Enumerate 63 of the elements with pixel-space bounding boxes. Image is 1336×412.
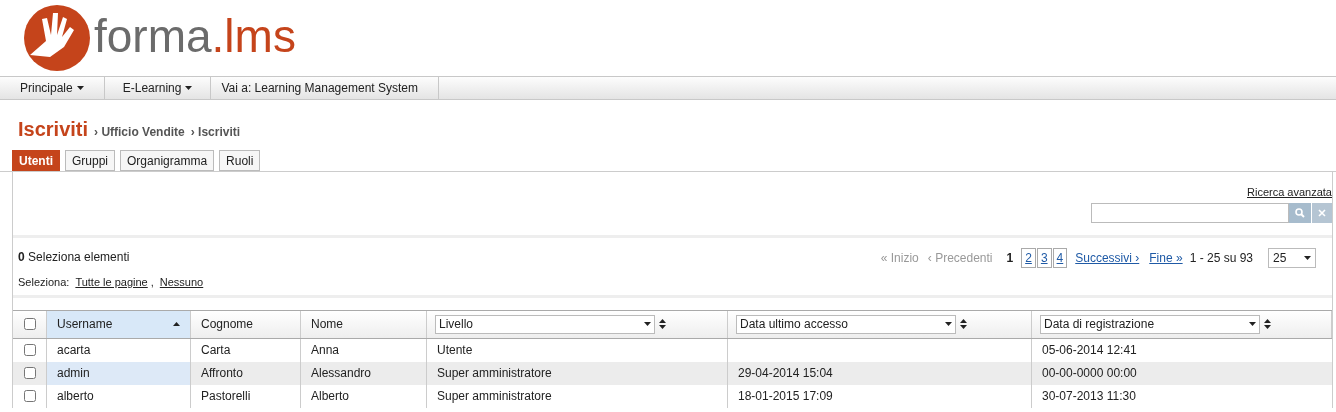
logo-text: forma.lms bbox=[94, 13, 296, 59]
pagination-link[interactable]: Fine » bbox=[1149, 248, 1183, 267]
menu-item[interactable]: Vai a: Learning Management System bbox=[211, 77, 439, 99]
select-none-link[interactable]: Nessuno bbox=[159, 273, 204, 290]
table-cell-text: Carta bbox=[201, 342, 231, 359]
tab[interactable]: Organigramma bbox=[120, 150, 215, 171]
close-icon bbox=[1318, 208, 1326, 217]
sort-icon[interactable] bbox=[659, 319, 666, 329]
table-cell-text: acarta bbox=[57, 342, 91, 359]
caret-icon bbox=[644, 322, 651, 326]
table-cell-text: 29-04-2014 15:04 bbox=[738, 365, 833, 382]
column-header[interactable]: Username bbox=[47, 310, 191, 338]
search-field[interactable] bbox=[1091, 202, 1289, 223]
table-cell-text: Utente bbox=[437, 342, 473, 359]
breadcrumb-item: › Ufficio Vendite bbox=[94, 124, 185, 141]
table-cell-text: alberto bbox=[57, 388, 94, 405]
tab[interactable]: Ruoli bbox=[219, 150, 261, 171]
column-header[interactable]: Nome bbox=[301, 310, 427, 338]
table-cell-text: 30-07-2013 11:30 bbox=[1042, 388, 1136, 405]
row-checkbox[interactable] bbox=[23, 390, 36, 402]
table-cell-text: Pastorelli bbox=[201, 388, 251, 405]
tab[interactable]: Utenti bbox=[12, 150, 60, 171]
sort-icon[interactable] bbox=[1264, 319, 1271, 329]
page-link[interactable]: 4 bbox=[1052, 247, 1068, 268]
table-cell-text: Affronto bbox=[201, 365, 243, 382]
range-text: 1 - 25 su 93 bbox=[1189, 249, 1253, 267]
column-select[interactable]: Data ultimo accesso bbox=[736, 314, 956, 334]
table-cell-text: Super amministratore bbox=[437, 388, 552, 405]
menu-item[interactable]: E-Learning bbox=[104, 77, 212, 99]
table-cell-text: Super amministratore bbox=[437, 365, 552, 382]
caret-icon bbox=[1249, 322, 1256, 326]
tab[interactable]: Gruppi bbox=[65, 150, 116, 171]
row-checkbox[interactable] bbox=[23, 344, 36, 356]
table-cell-text: Alessandro bbox=[311, 365, 372, 382]
column-select[interactable]: Livello bbox=[435, 314, 655, 334]
selection-count: 0 Seleziona elementi bbox=[18, 248, 131, 266]
pagination-link[interactable]: Successivi › bbox=[1075, 248, 1140, 267]
advanced-search-link[interactable]: Ricerca avanzata bbox=[1247, 184, 1332, 201]
per-page-select[interactable]: 25 bbox=[1268, 247, 1316, 268]
table-cell-text: Anna bbox=[311, 342, 340, 359]
page-title: Iscriviti bbox=[18, 117, 89, 142]
caret-icon bbox=[945, 322, 952, 326]
current-page: 1 bbox=[1006, 249, 1014, 267]
separator-text: , bbox=[150, 274, 154, 290]
table-cell-text: Alberto bbox=[311, 388, 350, 405]
sort-ascending-icon bbox=[173, 322, 180, 326]
column-select[interactable]: Data di registrazione bbox=[1040, 314, 1260, 334]
sort-icon[interactable] bbox=[960, 319, 967, 329]
row-checkbox[interactable] bbox=[23, 367, 36, 379]
table-cell-text: admin bbox=[57, 365, 90, 382]
caret-icon bbox=[1304, 255, 1311, 260]
breadcrumb-item: › Iscriviti bbox=[190, 124, 241, 141]
select-label: Seleziona: bbox=[18, 274, 70, 290]
select-all-checkbox[interactable] bbox=[23, 318, 36, 330]
column-header[interactable]: Cognome bbox=[191, 310, 301, 338]
search-icon bbox=[1295, 207, 1305, 218]
table-cell-text: 00-00-0000 00:00 bbox=[1042, 365, 1137, 382]
page-link[interactable]: 3 bbox=[1036, 247, 1052, 268]
select-all-link[interactable]: Tutte le pagine bbox=[75, 273, 148, 290]
menu-item[interactable]: Principale bbox=[0, 77, 105, 99]
table-cell-text: 05-06-2014 12:41 bbox=[1042, 342, 1137, 359]
table-cell-text: 18-01-2015 17:09 bbox=[738, 388, 833, 405]
page-link[interactable]: 2 bbox=[1021, 247, 1036, 268]
